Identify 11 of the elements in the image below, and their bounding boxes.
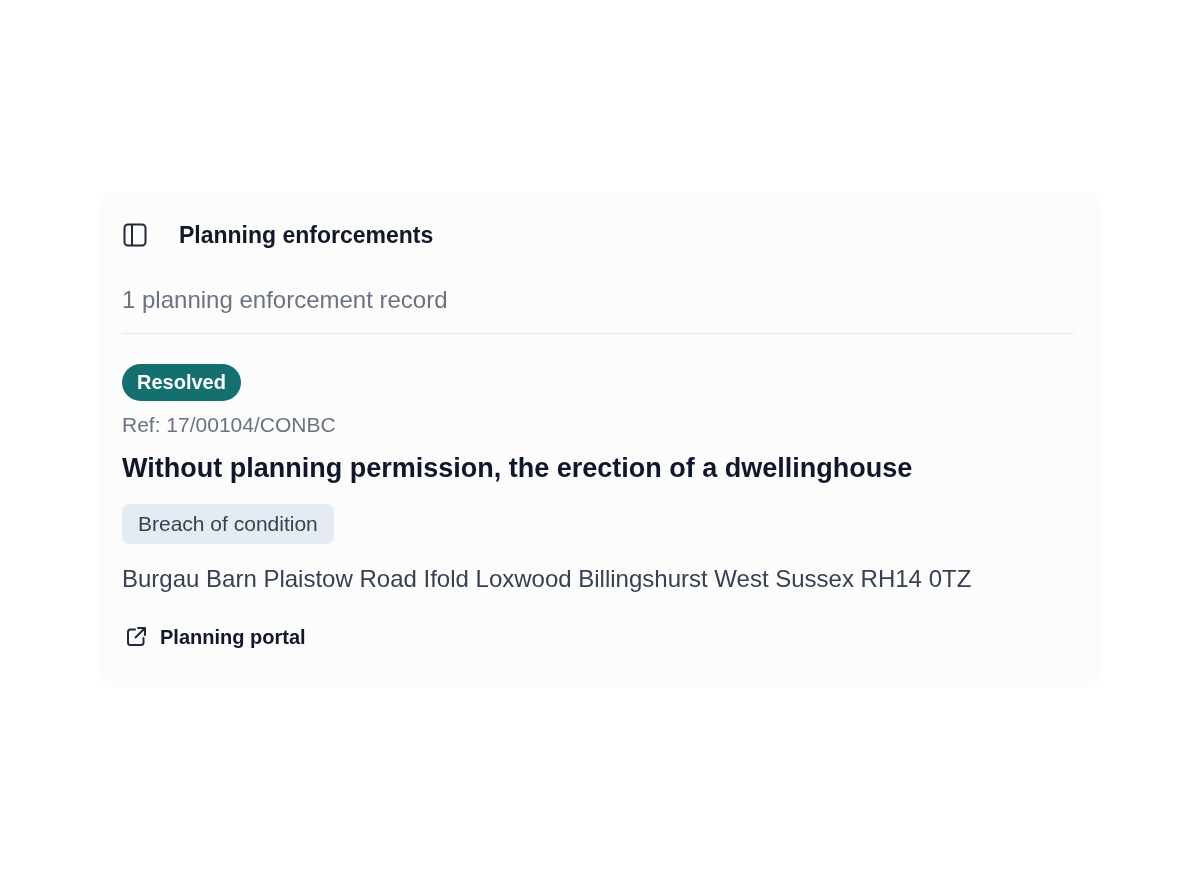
record-count: 1 planning enforcement record — [122, 285, 1074, 334]
reference-text: Ref: 17/00104/CONBC — [122, 412, 337, 438]
category-tag: Breach of condition — [122, 504, 334, 544]
panel-title: Planning enforcements — [179, 221, 434, 250]
external-link-icon — [125, 626, 147, 648]
sidebar-panel-icon — [123, 223, 147, 247]
record-title: Without planning permission, the erection of a dwellinghouse — [122, 452, 914, 485]
status-badge: Resolved — [122, 364, 241, 401]
address-text: Burgau Barn Plaistow Road Ifold Loxwood Billingshurst West Sussex RH14 0TZ — [122, 564, 973, 594]
planning-portal-link[interactable]: Planning portal — [122, 624, 306, 650]
sidebar-toggle-button[interactable] — [123, 223, 147, 247]
